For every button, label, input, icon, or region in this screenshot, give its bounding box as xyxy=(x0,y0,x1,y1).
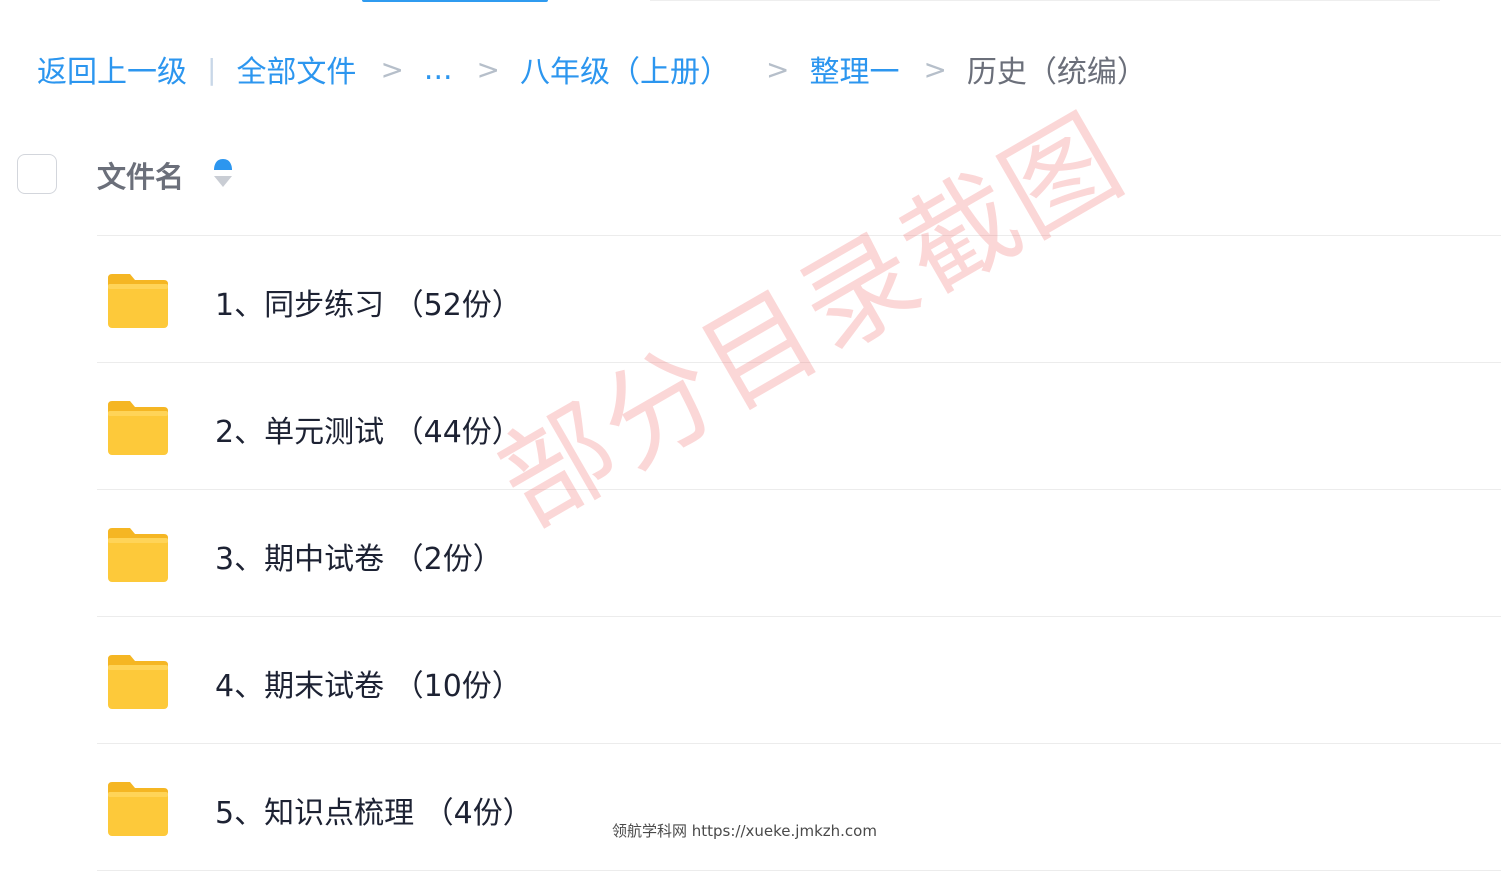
breadcrumb-ellipsis[interactable]: ... xyxy=(424,52,453,87)
file-name[interactable]: 4、期末试卷 （10份） xyxy=(215,661,522,705)
file-name[interactable]: 3、期中试卷 （2份） xyxy=(215,534,503,578)
folder-icon xyxy=(108,655,168,709)
file-name[interactable]: 2、单元测试 （44份） xyxy=(215,407,522,451)
breadcrumb-item-grade[interactable]: 八年级（上册） xyxy=(520,47,730,91)
list-item[interactable]: 2、单元测试 （44份） xyxy=(0,363,1501,490)
select-all-checkbox[interactable] xyxy=(17,154,57,194)
breadcrumb-separator: > xyxy=(380,52,404,86)
breadcrumb: 返回上一级 | 全部文件 > ... > 八年级（上册） > 整理一 > 历史（… xyxy=(37,46,1147,92)
top-divider xyxy=(650,0,1440,1)
back-link[interactable]: 返回上一级 xyxy=(37,47,187,91)
folder-icon xyxy=(108,401,168,455)
breadcrumb-current: 历史（统编） xyxy=(966,55,1147,90)
list-item[interactable]: 4、期末试卷 （10份） xyxy=(0,617,1501,744)
folder-icon xyxy=(108,274,168,328)
breadcrumb-pipe: | xyxy=(207,52,217,86)
file-list: 1、同步练习 （52份） 2、单元测试 （44份） 3、期中试卷 （2份） 4、… xyxy=(0,236,1501,871)
file-name[interactable]: 1、同步练习 （52份） xyxy=(215,280,522,324)
breadcrumb-item-organize[interactable]: 整理一 xyxy=(809,47,899,91)
file-name[interactable]: 5、知识点梳理 （4份） xyxy=(215,788,533,832)
breadcrumb-item-all-files[interactable]: 全部文件 xyxy=(236,47,356,91)
column-header-filename[interactable]: 文件名 xyxy=(97,154,184,196)
footer-credit: 领航学科网 https://xueke.jmkzh.com xyxy=(612,822,877,840)
list-item[interactable]: 1、同步练习 （52份） xyxy=(0,236,1501,363)
folder-icon xyxy=(108,782,168,836)
list-header: 文件名 xyxy=(0,134,1501,236)
list-item[interactable]: 3、期中试卷 （2份） xyxy=(0,490,1501,617)
sort-icon[interactable] xyxy=(213,158,233,188)
breadcrumb-separator: > xyxy=(765,52,790,86)
file-browser-page: 返回上一级 | 全部文件 > ... > 八年级（上册） > 整理一 > 历史（… xyxy=(0,0,1501,871)
active-tab-indicator xyxy=(362,0,548,2)
list-item[interactable]: 5、知识点梳理 （4份） xyxy=(0,744,1501,871)
breadcrumb-separator: > xyxy=(923,52,947,86)
breadcrumb-separator: > xyxy=(476,52,500,86)
folder-icon xyxy=(108,528,168,582)
